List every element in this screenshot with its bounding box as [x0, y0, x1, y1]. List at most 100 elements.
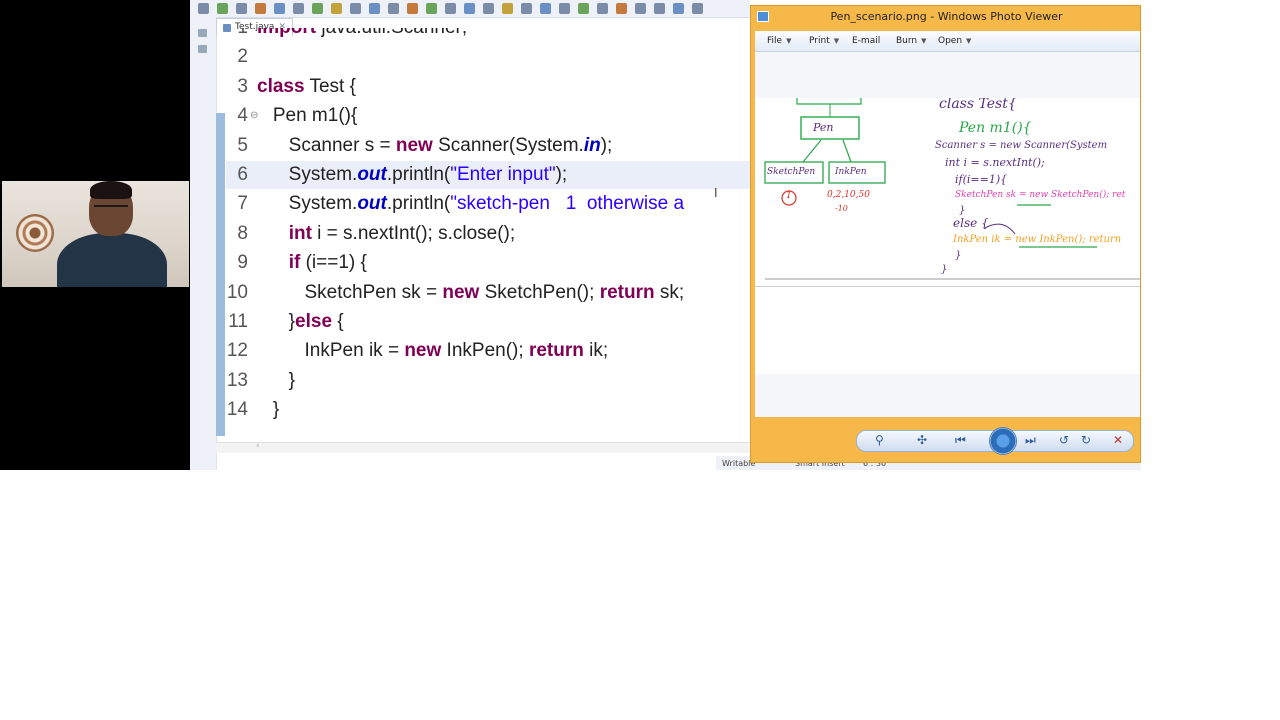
viewer-menu-burn[interactable]: Burn ▼	[896, 36, 927, 46]
scroll-left-icon[interactable]: ‹	[256, 441, 260, 451]
viewer-menu-open[interactable]: Open ▼	[938, 36, 971, 46]
next-icon[interactable]: ⏭	[1025, 433, 1036, 448]
toolbar-tool-icon[interactable]	[464, 3, 475, 14]
toolbar-tool-icon[interactable]	[654, 3, 665, 14]
toolbar-tool-icon[interactable]	[426, 3, 437, 14]
toolbar-tool-icon[interactable]	[312, 3, 323, 14]
code-token: InkPen();	[441, 340, 529, 362]
code-editor[interactable]: 1 import java.util.Scanner; 2 3 class Test {…	[226, 28, 750, 442]
code-line[interactable]: 6 System.out.println("Enter input");	[226, 161, 750, 189]
code-text: Pen m1(){	[257, 102, 358, 130]
toolbar-tool-icon[interactable]	[350, 3, 361, 14]
toolbar-tool-icon[interactable]	[388, 3, 399, 14]
chevron-down-icon: ▼	[921, 37, 927, 45]
keyword-token: if	[288, 252, 301, 274]
code-text: System.out.println("sketch-pen 1 otherwi…	[257, 190, 684, 218]
webcam-panel	[0, 0, 190, 470]
chevron-down-icon: ▼	[833, 37, 840, 45]
code-token: .println(	[386, 164, 451, 185]
code-token: Scanner s =	[257, 134, 396, 156]
toolbar-tool-icon[interactable]	[217, 3, 228, 14]
toolbar-tool-icon[interactable]	[236, 3, 247, 14]
horizontal-scrollbar[interactable]: ‹	[216, 441, 750, 453]
toolbar-tool-icon[interactable]	[635, 3, 646, 14]
viewer-menu-print[interactable]: Print ▼	[809, 36, 839, 46]
wall-decoration	[16, 214, 54, 252]
code-line[interactable]: 10 SketchPen sk = new SketchPen(); retur…	[226, 279, 750, 307]
toolbar-tool-icon[interactable]	[597, 3, 608, 14]
line-number: 5	[237, 134, 248, 156]
rotate-left-icon[interactable]: ↺	[1059, 433, 1069, 447]
package-explorer-icon[interactable]	[198, 45, 207, 53]
diagram-note-one: 1	[786, 191, 792, 201]
code-text: Scanner s = new Scanner(System.in);	[257, 132, 613, 160]
presenter-hair	[90, 181, 132, 199]
code-line[interactable]: 1 import java.util.Scanner;	[226, 28, 750, 42]
viewer-menu-email[interactable]: E-mail	[852, 36, 880, 46]
code-line[interactable]: 3 class Test {	[226, 73, 750, 101]
change-ruler	[216, 113, 225, 436]
code-token: java.util.Scanner;	[316, 28, 467, 38]
toolbar-tool-icon[interactable]	[293, 3, 304, 14]
code-token: }	[257, 399, 280, 421]
code-line[interactable]: 11 }else {	[226, 308, 750, 336]
toolbar-tool-icon[interactable]	[692, 3, 703, 14]
code-token: Test {	[304, 75, 356, 97]
previous-icon[interactable]: ⏮	[955, 433, 966, 448]
toolbar-tool-icon[interactable]	[255, 3, 266, 14]
restore-icon[interactable]	[198, 29, 207, 37]
delete-icon[interactable]: ✕	[1113, 433, 1123, 447]
diagram-label-inkpen: InkPen	[835, 167, 867, 177]
toolbar-tool-icon[interactable]	[274, 3, 285, 14]
toolbar-tool-icon[interactable]	[540, 3, 551, 14]
line-number: 10	[226, 281, 248, 303]
chevron-down-icon: ▼	[966, 37, 972, 45]
diagram-edge-right	[842, 139, 852, 163]
diagram-edge-left	[802, 139, 822, 163]
handwriting-line: }	[941, 264, 948, 275]
presenter-body	[57, 233, 167, 287]
toolbar-tool-icon[interactable]	[445, 3, 456, 14]
toolbar-tool-icon[interactable]	[483, 3, 494, 14]
toolbar-tool-icon[interactable]	[578, 3, 589, 14]
slideshow-button[interactable]	[989, 427, 1017, 455]
toolbar-tool-icon[interactable]	[198, 3, 209, 14]
code-line[interactable]: 8 int i = s.nextInt(); s.close();	[226, 220, 750, 248]
diagram-note-negative: -10	[835, 204, 848, 213]
code-token: {	[332, 311, 344, 332]
keyword-token: new	[404, 340, 442, 362]
zoom-icon[interactable]: ⚲	[875, 433, 884, 447]
code-line[interactable]: 13 }	[226, 367, 750, 395]
code-line[interactable]: 2	[226, 43, 750, 71]
code-token: Pen m1(){	[257, 105, 358, 127]
toolbar-tool-icon[interactable]	[369, 3, 380, 14]
code-line[interactable]: 12 InkPen ik = new InkPen(); return ik;	[226, 337, 750, 365]
toolbar-tool-icon[interactable]	[521, 3, 532, 14]
actual-size-icon[interactable]: ✣	[917, 433, 927, 447]
line-number: 7	[237, 193, 248, 215]
toolbar-tool-icon[interactable]	[502, 3, 513, 14]
keyword-token: int	[288, 222, 312, 244]
code-line[interactable]: 5 Scanner s = new Scanner(System.in);	[226, 132, 750, 160]
handwriting-line: class Test{	[939, 98, 1017, 112]
code-text: int i = s.nextInt(); s.close();	[257, 220, 515, 248]
toolbar-tool-icon[interactable]	[559, 3, 570, 14]
rotate-right-icon[interactable]: ↻	[1081, 433, 1091, 447]
toolbar-tool-icon[interactable]	[616, 3, 627, 14]
viewer-menu-file[interactable]: File ▼	[767, 36, 791, 46]
photo-viewer-window: Pen_scenario.png - Windows Photo Viewer …	[750, 5, 1141, 463]
handwriting-line: Scanner s = new Scanner(System	[935, 140, 1108, 151]
code-token: SketchPen sk =	[257, 281, 443, 303]
code-line[interactable]: 4 ⊖ Pen m1(){	[226, 102, 750, 130]
toolbar-tool-icon[interactable]	[407, 3, 418, 14]
code-text: }	[257, 367, 295, 395]
handwriting-line: int i = s.nextInt();	[945, 156, 1045, 169]
code-line[interactable]: 7 System.out.println("sketch-pen 1 other…	[226, 190, 750, 218]
toolbar-tool-icon[interactable]	[331, 3, 342, 14]
toolbar-tool-icon[interactable]	[673, 3, 684, 14]
code-token: ik;	[583, 340, 609, 362]
code-line[interactable]: 14 }	[226, 396, 750, 424]
line-number: 4	[237, 105, 248, 127]
code-line[interactable]: 9 if (i==1) {	[226, 249, 750, 277]
line-number: 3	[237, 75, 248, 97]
